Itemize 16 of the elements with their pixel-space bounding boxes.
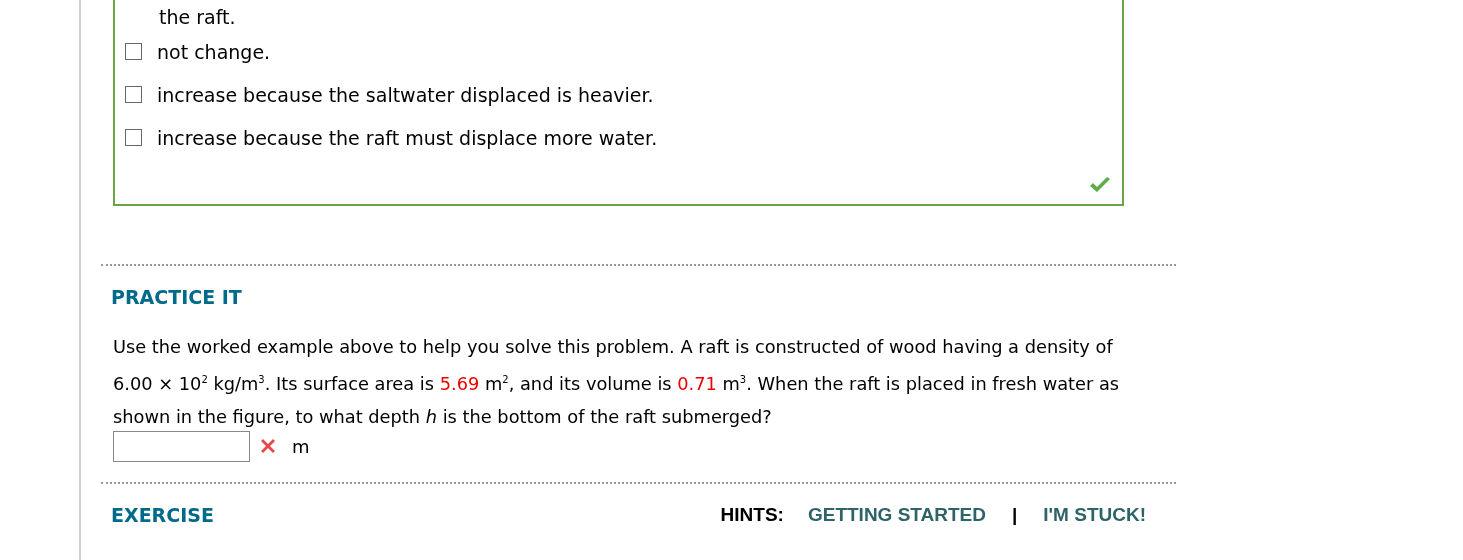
unit-label: m <box>292 435 310 457</box>
checkbox[interactable] <box>125 129 142 146</box>
option-text: not change. <box>157 40 271 63</box>
answer-input-field[interactable] <box>113 430 250 462</box>
hint-link[interactable]: GETTING STARTED <box>807 503 986 526</box>
option-text: the raft. <box>159 6 236 28</box>
option-text: increase because the raft must displace more water. <box>157 126 658 149</box>
separator-text: | <box>1012 503 1018 526</box>
checkbox[interactable] <box>125 86 142 103</box>
hint-link[interactable]: I'M STUCK! <box>1043 503 1146 526</box>
section-heading: PRACTICE IT <box>110 286 243 308</box>
checkbox[interactable] <box>125 43 142 60</box>
hints-label: HINTS: <box>720 503 784 526</box>
problem-text: Use the worked example above to help you solve this problem. A raft is constructed of wood having a density of 6.00 × 10$^{2}$ kg/m$^{3}$. Its surface area is 5.69 m$^{2}$, and its volume is 0.71 m$^{3}$. When the raft is placed in fresh water as shown in the figure, to what depth h is the bottom of the raft submerged? <box>113 335 1121 429</box>
section-heading: EXERCISE <box>110 503 214 526</box>
option-text: increase because the saltwater displaced is heavier. <box>157 83 654 106</box>
